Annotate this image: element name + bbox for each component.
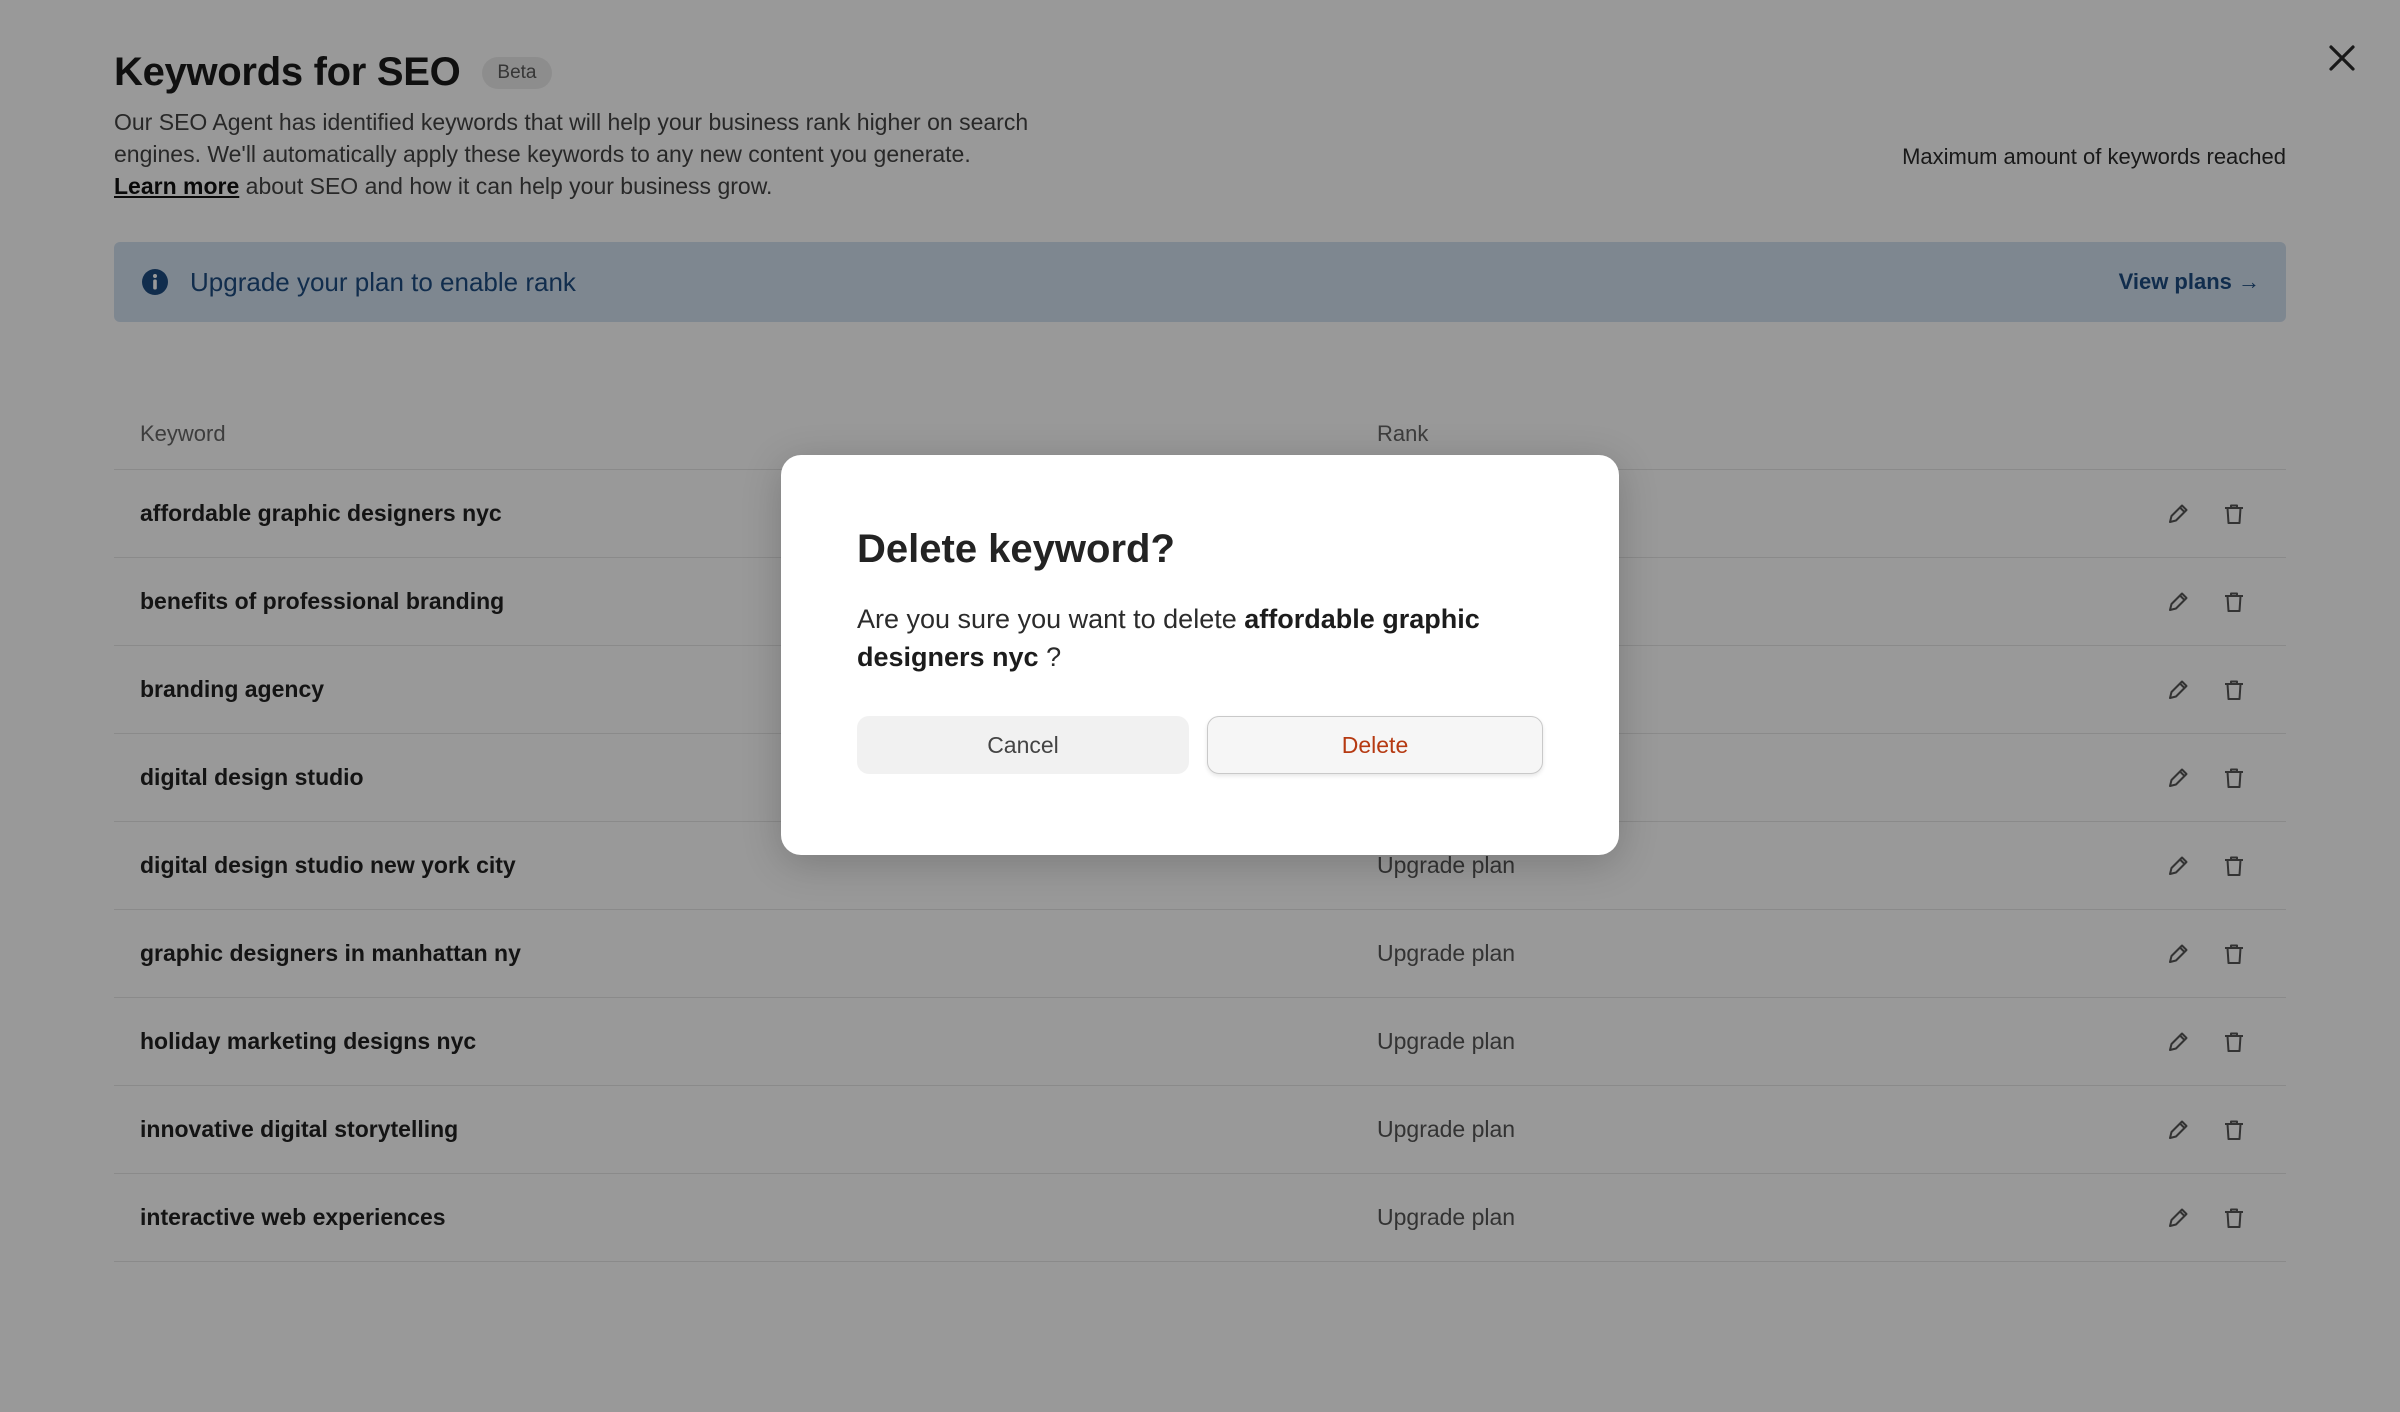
dialog-title: Delete keyword?: [857, 527, 1175, 571]
dialog-message-prefix: Are you sure you want to delete: [857, 604, 1245, 634]
dialog-message-suffix: ?: [1038, 642, 1062, 672]
dialog-message: Are you sure you want to delete affordab…: [857, 600, 1543, 676]
seo-keywords-page: Keywords for SEO Beta Our SEO Agent has …: [0, 0, 2400, 1412]
delete-button[interactable]: Delete: [1207, 716, 1543, 774]
dialog-actions: Cancel Delete: [857, 716, 1543, 774]
cancel-button[interactable]: Cancel: [857, 716, 1189, 774]
delete-keyword-dialog: Delete keyword? Are you sure you want to…: [781, 455, 1619, 855]
